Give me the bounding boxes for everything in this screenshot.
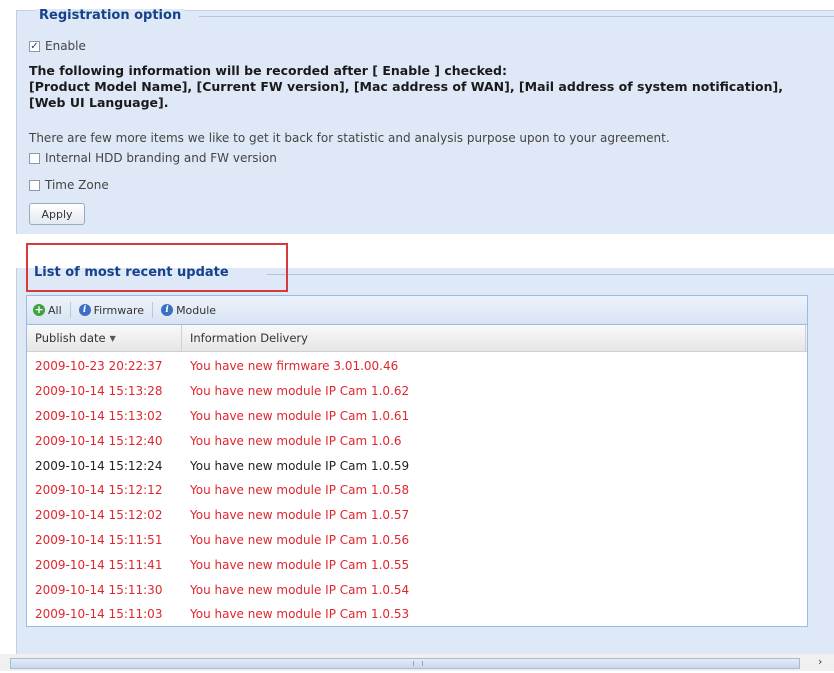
publish-date-cell: 2009-10-23 20:22:37 bbox=[35, 359, 163, 374]
table-row[interactable]: 2009-10-14 15:12:40 You have new module I… bbox=[27, 428, 807, 453]
updates-grid: + All i Firmware i Module Publish date ▼… bbox=[26, 295, 808, 627]
table-row[interactable]: 2009-10-14 15:12:02 You have new module I… bbox=[27, 503, 807, 528]
information-label: Information Delivery bbox=[190, 331, 308, 345]
registration-legend: Registration option bbox=[35, 9, 186, 23]
filter-module-button[interactable]: i Module bbox=[161, 304, 216, 317]
legend-divider bbox=[267, 274, 834, 275]
filter-all-button[interactable]: + All bbox=[33, 304, 62, 317]
updates-legend: List of most recent update bbox=[34, 265, 229, 280]
timezone-row[interactable]: Time Zone bbox=[29, 178, 109, 192]
table-row[interactable]: 2009-10-14 15:12:12 You have new module I… bbox=[27, 478, 807, 503]
information-cell: You have new module IP Cam 1.0.58 bbox=[190, 483, 410, 498]
information-cell: You have new module IP Cam 1.0.62 bbox=[190, 384, 410, 399]
hdd-row[interactable]: Internal HDD branding and FW version bbox=[29, 151, 277, 165]
apply-button[interactable]: Apply bbox=[29, 203, 85, 225]
enable-label: Enable bbox=[45, 39, 86, 53]
horizontal-scrollbar[interactable]: › bbox=[0, 654, 834, 671]
grid-header: Publish date ▼ Information Delivery bbox=[27, 325, 807, 352]
timezone-checkbox[interactable] bbox=[29, 179, 40, 191]
filter-firmware-button[interactable]: i Firmware bbox=[78, 303, 145, 317]
extra-items-text: There are few more items we like to get … bbox=[29, 131, 670, 145]
registration-panel: Registration option ✓ Enable The followi… bbox=[16, 9, 834, 234]
scroll-right-arrow-icon[interactable]: › bbox=[818, 655, 822, 668]
table-row[interactable]: 2009-10-14 15:13:02 You have new module I… bbox=[27, 404, 807, 429]
table-row[interactable]: 2009-10-14 15:11:03 You have new module I… bbox=[27, 602, 807, 627]
publish-date-cell: 2009-10-14 15:13:28 bbox=[35, 384, 163, 399]
column-header-information[interactable]: Information Delivery bbox=[182, 325, 806, 351]
enable-checkbox[interactable]: ✓ bbox=[29, 40, 40, 52]
info-icon: i bbox=[78, 304, 91, 316]
publish-date-cell: 2009-10-14 15:12:24 bbox=[35, 458, 163, 473]
publish-date-cell: 2009-10-14 15:11:30 bbox=[35, 582, 163, 597]
publish-date-label: Publish date bbox=[35, 331, 106, 345]
filter-firmware-label: Firmware bbox=[93, 303, 145, 317]
hdd-label: Internal HDD branding and FW version bbox=[45, 151, 277, 165]
publish-date-cell: 2009-10-14 15:11:51 bbox=[35, 532, 163, 547]
publish-date-cell: 2009-10-14 15:12:12 bbox=[35, 483, 163, 498]
grid-toolbar: + All i Firmware i Module bbox=[27, 296, 807, 325]
grid-rows: 2009-10-23 20:22:37 You have new firmware… bbox=[27, 352, 807, 627]
filter-all-label: All bbox=[48, 303, 62, 317]
legend-divider bbox=[199, 16, 834, 17]
table-row[interactable]: 2009-10-14 15:13:28 You have new module I… bbox=[27, 379, 807, 404]
enable-row[interactable]: ✓ Enable bbox=[29, 39, 86, 53]
table-row[interactable]: 2009-10-14 15:11:51 You have new module I… bbox=[27, 528, 807, 553]
scrollbar-grip bbox=[413, 661, 423, 666]
publish-date-cell: 2009-10-14 15:12:40 bbox=[35, 433, 163, 448]
information-cell: You have new module IP Cam 1.0.55 bbox=[190, 557, 410, 572]
info-heading: The following information will be record… bbox=[29, 63, 507, 78]
information-cell: You have new module IP Cam 1.0.53 bbox=[190, 607, 410, 622]
information-cell: You have new module IP Cam 1.0.61 bbox=[190, 408, 410, 423]
information-cell: You have new module IP Cam 1.0.57 bbox=[190, 508, 410, 523]
table-row[interactable]: 2009-10-14 15:11:41 You have new module I… bbox=[27, 552, 807, 577]
publish-date-cell: 2009-10-14 15:13:02 bbox=[35, 408, 163, 423]
information-cell: You have new module IP Cam 1.0.54 bbox=[190, 582, 410, 597]
publish-date-cell: 2009-10-14 15:12:02 bbox=[35, 508, 163, 523]
publish-date-cell: 2009-10-14 15:11:03 bbox=[35, 607, 163, 622]
sort-desc-icon: ▼ bbox=[109, 333, 116, 343]
scrollbar-thumb[interactable] bbox=[10, 658, 800, 669]
publish-date-cell: 2009-10-14 15:11:41 bbox=[35, 557, 163, 572]
table-row[interactable]: 2009-10-23 20:22:37 You have new firmware… bbox=[27, 354, 807, 379]
information-cell: You have new firmware 3.01.00.46 bbox=[190, 359, 399, 374]
info-items-line1: [Product Model Name], [Current FW versio… bbox=[29, 79, 783, 94]
table-row[interactable]: 2009-10-14 15:12:24 You have new module I… bbox=[27, 453, 807, 478]
add-icon: + bbox=[33, 303, 45, 316]
information-cell: You have new module IP Cam 1.0.6 bbox=[190, 433, 402, 448]
filter-module-label: Module bbox=[176, 303, 217, 317]
timezone-label: Time Zone bbox=[45, 178, 109, 192]
toolbar-separator bbox=[69, 302, 71, 318]
information-cell: You have new module IP Cam 1.0.56 bbox=[190, 532, 410, 547]
info-items-line2: [Web UI Language]. bbox=[29, 95, 169, 110]
column-header-publish-date[interactable]: Publish date ▼ bbox=[27, 325, 182, 351]
toolbar-separator bbox=[152, 302, 154, 318]
hdd-checkbox[interactable] bbox=[29, 152, 40, 164]
information-cell: You have new module IP Cam 1.0.59 bbox=[190, 458, 410, 473]
info-icon: i bbox=[161, 304, 174, 316]
table-row[interactable]: 2009-10-14 15:11:30 You have new module I… bbox=[27, 577, 807, 602]
